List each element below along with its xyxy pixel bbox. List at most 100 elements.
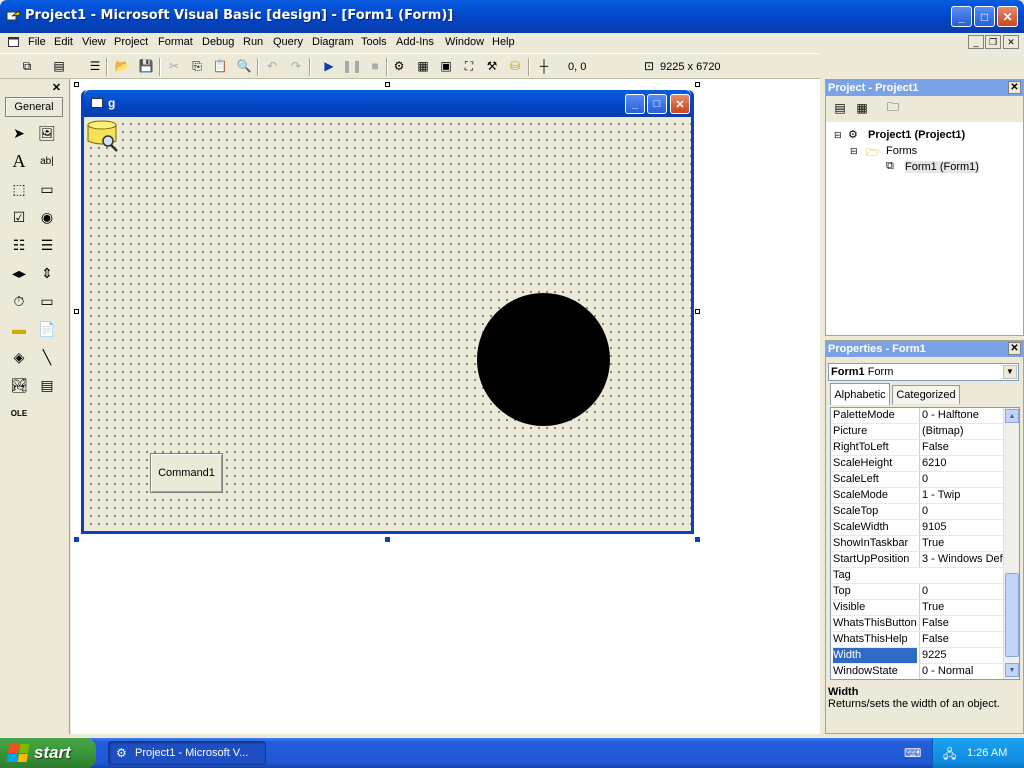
- data-view-icon[interactable]: ⛁: [506, 58, 524, 74]
- resize-handle[interactable]: [385, 537, 390, 542]
- menu-edit[interactable]: Edit: [54, 36, 73, 48]
- save-project-icon[interactable]: 💾: [137, 58, 155, 74]
- mdi-minimize-button[interactable]: _: [968, 35, 984, 49]
- toggle-folders-icon[interactable]: 🗀: [884, 100, 902, 116]
- minimize-button[interactable]: _: [951, 6, 972, 27]
- menu-help[interactable]: Help: [492, 36, 515, 48]
- optionbutton-tool-icon[interactable]: ◉: [36, 206, 58, 228]
- property-value[interactable]: 0: [919, 472, 1003, 487]
- form-close-button[interactable]: ✕: [670, 94, 690, 114]
- view-object-icon[interactable]: ▦: [853, 100, 871, 116]
- toolbox-icon[interactable]: ⚒: [483, 58, 501, 74]
- scroll-up-icon[interactable]: ▲: [1005, 409, 1019, 423]
- property-row[interactable]: PaletteMode 0 - Halftone: [831, 408, 1003, 424]
- mdi-restore-button[interactable]: ❐: [985, 35, 1001, 49]
- property-grid-scrollbar[interactable]: ▲ ▼: [1003, 408, 1019, 679]
- form1-window[interactable]: g _ □ ✕ Command1: [81, 90, 694, 534]
- object-selector[interactable]: Form1 Form ▼: [828, 363, 1019, 381]
- open-project-icon[interactable]: 📂: [113, 58, 131, 74]
- property-row[interactable]: RightToLeft False: [831, 440, 1003, 456]
- property-value[interactable]: 3 - Windows Def: [919, 552, 1003, 567]
- add-project-icon[interactable]: ⧉: [18, 58, 36, 74]
- hscrollbar-tool-icon[interactable]: ◂▸: [8, 262, 30, 284]
- keyboard-icon[interactable]: ⌨: [904, 746, 921, 760]
- end-icon[interactable]: ■: [366, 58, 384, 74]
- maximize-button[interactable]: □: [974, 6, 995, 27]
- property-row[interactable]: Picture (Bitmap): [831, 424, 1003, 440]
- property-value[interactable]: False: [919, 632, 1003, 647]
- properties-window-icon[interactable]: ▦: [414, 58, 432, 74]
- menu-add-ins[interactable]: Add-Ins: [396, 36, 434, 48]
- property-row[interactable]: WhatsThisHelp False: [831, 632, 1003, 648]
- resize-handle[interactable]: [74, 309, 79, 314]
- redo-icon[interactable]: ↷: [287, 58, 305, 74]
- property-row[interactable]: WhatsThisButton False: [831, 616, 1003, 632]
- mdi-form-icon[interactable]: [8, 37, 20, 48]
- property-row[interactable]: Visible True: [831, 600, 1003, 616]
- property-row-selected[interactable]: Width 9225: [831, 648, 1003, 664]
- form1-node[interactable]: Form1 (Form1): [905, 161, 979, 173]
- property-value[interactable]: (Bitmap): [919, 424, 1003, 439]
- picturebox-tool-icon[interactable]: 🖼: [36, 122, 58, 144]
- menu-view[interactable]: View: [82, 36, 106, 48]
- menu-project[interactable]: Project: [114, 36, 148, 48]
- property-value[interactable]: 0 - Halftone: [919, 408, 1003, 423]
- menu-file[interactable]: File: [28, 36, 46, 48]
- start-icon[interactable]: ▶: [320, 58, 338, 74]
- vscrollbar-tool-icon[interactable]: ⇕: [36, 262, 58, 284]
- drivelistbox-tool-icon[interactable]: ▭: [36, 290, 58, 312]
- view-code-icon[interactable]: ▤: [831, 100, 849, 116]
- tree-collapse-icon[interactable]: ⊟: [850, 146, 858, 157]
- break-icon[interactable]: ❚❚: [342, 58, 362, 74]
- property-value[interactable]: 9105: [919, 520, 1003, 535]
- property-row[interactable]: WindowState 0 - Normal: [831, 664, 1003, 679]
- shape-circle[interactable]: [477, 293, 610, 426]
- form-layout-icon[interactable]: ▣: [437, 58, 455, 74]
- form-maximize-button[interactable]: □: [647, 94, 667, 114]
- vb-app-icon[interactable]: [6, 9, 21, 24]
- menu-window[interactable]: Window: [445, 36, 484, 48]
- resize-handle[interactable]: [74, 537, 79, 542]
- menu-format[interactable]: Format: [158, 36, 193, 48]
- combobox-tool-icon[interactable]: ☷: [8, 234, 30, 256]
- project-explorer-icon[interactable]: ⚙: [390, 58, 408, 74]
- menu-debug[interactable]: Debug: [202, 36, 234, 48]
- menu-diagram[interactable]: Diagram: [312, 36, 354, 48]
- network-icon[interactable]: 🖧: [943, 745, 956, 766]
- form-minimize-button[interactable]: _: [625, 94, 645, 114]
- property-row[interactable]: ScaleLeft 0: [831, 472, 1003, 488]
- properties-close-icon[interactable]: ✕: [1008, 342, 1021, 355]
- property-row[interactable]: ScaleTop 0: [831, 504, 1003, 520]
- form-title-bar[interactable]: g _ □ ✕: [84, 90, 691, 117]
- resize-handle[interactable]: [695, 537, 700, 542]
- commandbutton-tool-icon[interactable]: ▭: [36, 178, 58, 200]
- menu-run[interactable]: Run: [243, 36, 263, 48]
- find-icon[interactable]: 🔍: [235, 58, 253, 74]
- property-value[interactable]: False: [919, 616, 1003, 631]
- property-row[interactable]: Top 0: [831, 584, 1003, 600]
- timer-tool-icon[interactable]: ⏱: [8, 290, 30, 312]
- tree-collapse-icon[interactable]: ⊟: [834, 130, 842, 141]
- property-value[interactable]: 6210: [919, 456, 1003, 471]
- project-explorer-close-icon[interactable]: ✕: [1008, 81, 1021, 94]
- property-value[interactable]: 0: [919, 584, 1003, 599]
- menu-tools[interactable]: Tools: [361, 36, 387, 48]
- toolbox-close-icon[interactable]: ✕: [50, 81, 63, 94]
- listbox-tool-icon[interactable]: ☰: [36, 234, 58, 256]
- property-value[interactable]: 0 - Normal: [919, 664, 1003, 679]
- property-value[interactable]: 9225: [919, 648, 1003, 663]
- scroll-thumb[interactable]: [1005, 573, 1019, 657]
- data-tool-icon[interactable]: ▤: [36, 374, 58, 396]
- resize-handle[interactable]: [695, 309, 700, 314]
- property-value[interactable]: 1 - Twip: [919, 488, 1003, 503]
- chevron-down-icon[interactable]: ▼: [1003, 365, 1017, 379]
- resize-handle[interactable]: [385, 82, 390, 87]
- resize-handle[interactable]: [695, 82, 700, 87]
- property-value[interactable]: False: [919, 440, 1003, 455]
- tab-categorized[interactable]: Categorized: [892, 385, 960, 404]
- data-control-icon[interactable]: [86, 119, 120, 153]
- label-tool-icon[interactable]: A: [8, 150, 30, 172]
- scroll-down-icon[interactable]: ▼: [1005, 663, 1019, 677]
- ole-tool-icon[interactable]: OLE: [8, 402, 30, 424]
- undo-icon[interactable]: ↶: [263, 58, 281, 74]
